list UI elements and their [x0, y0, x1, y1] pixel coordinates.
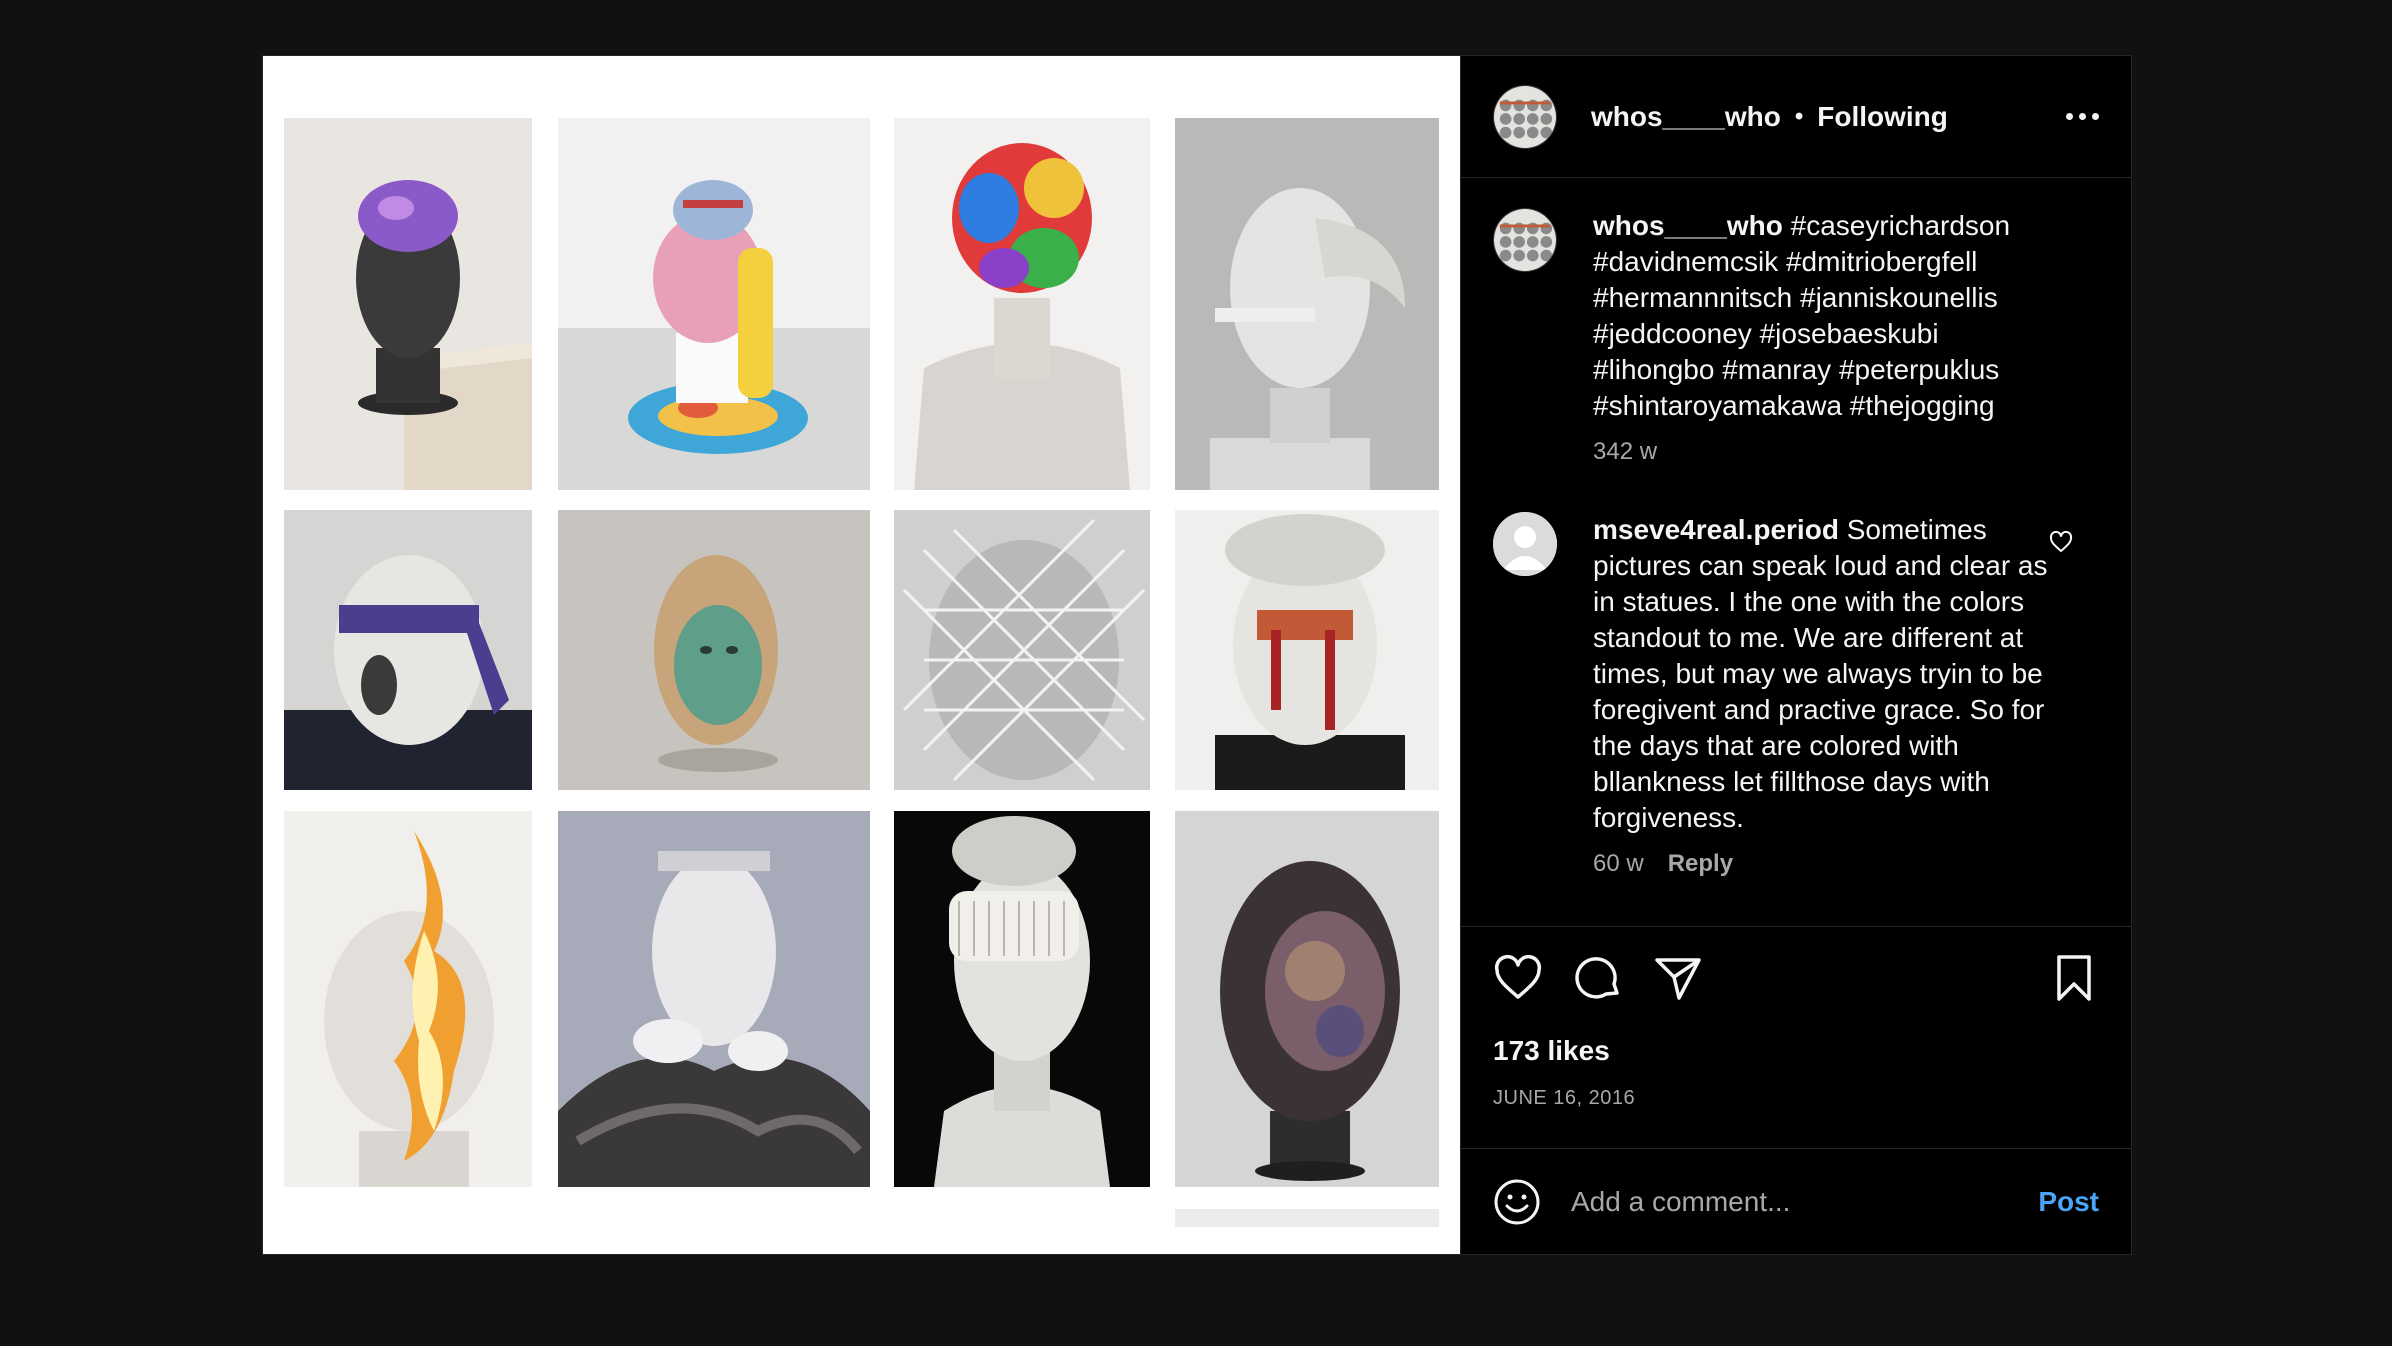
- comment-like-heart-icon[interactable]: [2049, 530, 2073, 554]
- author-avatar[interactable]: [1493, 84, 1557, 149]
- share-button[interactable]: [1653, 953, 1703, 1003]
- caption-author-avatar[interactable]: [1493, 208, 1557, 272]
- post-comment-button[interactable]: Post: [2038, 1186, 2099, 1218]
- comment-item: mseve4real.period Sometimes pictures can…: [1493, 512, 2099, 878]
- caption: whos____who #caseyrichardson #davidnemcs…: [1493, 208, 2099, 466]
- bookmark-icon: [2057, 955, 2091, 1001]
- add-comment-bar: Post: [1461, 1148, 2131, 1254]
- emoji-smile-icon: [1494, 1179, 1540, 1224]
- collage-tile-marble-profile: [1175, 118, 1439, 490]
- comment-age[interactable]: 60 w: [1593, 850, 1644, 878]
- commenter-avatar[interactable]: [1493, 512, 1557, 576]
- post-actions: 173 likes JUNE 16, 2016: [1461, 926, 2131, 1148]
- author-username[interactable]: whos____who: [1591, 101, 1781, 133]
- caption-username[interactable]: whos____who: [1593, 210, 1783, 241]
- collage-tile-partial: [1175, 1209, 1439, 1227]
- collage-tile-burning: [284, 811, 532, 1187]
- collage-tile-crystal-growth: [1175, 811, 1439, 1187]
- post-side-panel: whos____who • Following whos____who #cas…: [1460, 56, 2131, 1254]
- comment-bubble-icon: [1575, 957, 1619, 999]
- more-horizontal-icon: [2066, 113, 2073, 120]
- emoji-button[interactable]: [1493, 1178, 1541, 1226]
- caption-text: whos____who #caseyrichardson #davidnemcs…: [1593, 208, 2055, 424]
- post-image[interactable]: [263, 56, 1460, 1254]
- caption-age[interactable]: 342 w: [1593, 438, 1657, 466]
- likes-count[interactable]: 173 likes: [1493, 1035, 2099, 1067]
- collage-tile-green-mask: [558, 510, 870, 790]
- collage-tile-bleeding-eyes: [1175, 510, 1439, 790]
- collage-tile-netted: [894, 510, 1150, 790]
- default-profile-icon: [1493, 512, 1557, 576]
- following-button[interactable]: Following: [1817, 101, 1948, 133]
- caption-meta: 342 w: [1593, 438, 2055, 466]
- comment-text: mseve4real.period Sometimes pictures can…: [1593, 512, 2055, 836]
- collage-tile-rainbow-fur: [894, 118, 1150, 490]
- comment-content: Sometimes pictures can speak loud and cl…: [1593, 514, 2048, 833]
- comment-button[interactable]: [1573, 953, 1623, 1003]
- reply-button[interactable]: Reply: [1668, 850, 1733, 878]
- heart-icon: [1494, 955, 1542, 999]
- collage-tile-iridescent-cap: [284, 118, 532, 490]
- collage-tile-blindfolded: [284, 510, 532, 790]
- collage-tile-pastel-inflatable: [558, 118, 870, 490]
- like-button[interactable]: [1493, 953, 1543, 1003]
- caption-hashtags[interactable]: #caseyrichardson #davidnemcsik #dmitriob…: [1593, 210, 2010, 421]
- collage-tile-paint-roller: [894, 811, 1150, 1187]
- comment-input[interactable]: [1571, 1185, 2039, 1218]
- header-separator: •: [1794, 102, 1804, 130]
- paper-plane-icon: [1655, 958, 1701, 1000]
- comment-meta: 60 w Reply: [1593, 850, 2055, 878]
- more-options-button[interactable]: [2066, 103, 2099, 130]
- save-button[interactable]: [2049, 953, 2099, 1003]
- commenter-username[interactable]: mseve4real.period: [1593, 514, 1839, 545]
- comments-list: whos____who #caseyrichardson #davidnemcs…: [1461, 178, 2131, 926]
- post-modal: whos____who • Following whos____who #cas…: [262, 55, 2132, 1255]
- collage-tile-hands-silk: [558, 811, 870, 1187]
- post-header: whos____who • Following: [1461, 56, 2131, 178]
- post-date: JUNE 16, 2016: [1493, 1087, 1636, 1109]
